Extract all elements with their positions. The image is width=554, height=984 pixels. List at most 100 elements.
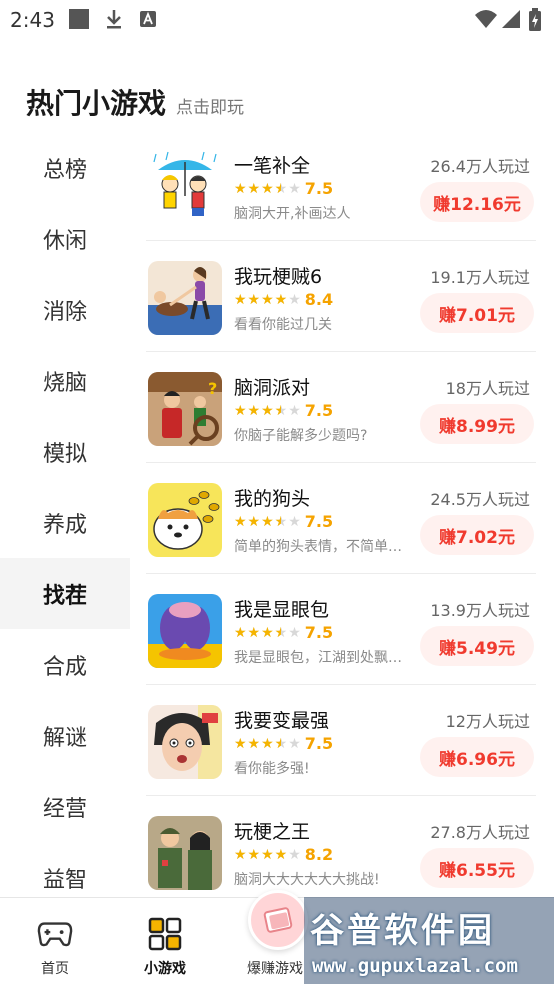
earn-button[interactable]: 赚6.96元 <box>420 737 534 777</box>
money-icon[interactable] <box>248 890 308 950</box>
row-divider <box>146 795 536 796</box>
watermark-overlay: 谷普软件园 www.gupuxlazal.com <box>304 897 554 984</box>
game-rating: ★★★★★★★★★★ 8.4 <box>234 290 333 309</box>
category-item[interactable]: 休闲 <box>0 203 130 274</box>
play-count: 19.1万人玩过 <box>430 268 530 287</box>
game-rating: ★★★★★★★★★★ 7.5 <box>234 401 333 420</box>
game-description: 你脑子能解多少题吗? <box>234 428 368 444</box>
game-row[interactable]: 我要变最强 ★★★★★★★★★★ 7.5 看你能多强! 12万人玩过 赚6.96… <box>146 700 536 811</box>
game-thumbnail[interactable] <box>148 705 222 779</box>
game-row[interactable]: 我是显眼包 ★★★★★★★★★★ 7.5 我是显眼包，江湖到处飘… 13.9万人… <box>146 589 536 700</box>
svg-text:?: ? <box>208 379 217 398</box>
page-header: 热门小游戏 点击即玩 <box>26 82 244 122</box>
game-thumbnail[interactable] <box>148 594 222 668</box>
row-divider <box>146 240 536 241</box>
play-count: 12万人玩过 <box>445 712 530 731</box>
rating-value: 7.5 <box>304 401 334 420</box>
game-thumbnail[interactable] <box>148 261 222 335</box>
rating-value: 8.4 <box>304 290 334 309</box>
game-row[interactable]: ? 脑洞派对 ★★★★★★★★★★ 7.5 你脑子能解多少题吗? 18万人玩过 … <box>146 367 536 478</box>
tab-label: 首页 <box>41 961 69 977</box>
game-title: 我玩梗贼6 <box>234 266 323 288</box>
rating-value: 7.5 <box>304 512 334 531</box>
row-divider <box>146 684 536 685</box>
category-item[interactable]: 合成 <box>0 629 130 700</box>
play-count: 18万人玩过 <box>445 379 530 398</box>
game-title: 我是显眼包 <box>234 599 330 621</box>
star-rating-icon: ★★★★★★★★★★ <box>234 735 302 752</box>
game-description: 脑洞大大大大大大挑战! <box>234 872 380 888</box>
game-rating: ★★★★★★★★★★ 7.5 <box>234 734 333 753</box>
row-divider <box>146 462 536 463</box>
category-item[interactable]: 模拟 <box>0 416 130 487</box>
earn-button[interactable]: 赚12.16元 <box>420 182 534 222</box>
star-rating-icon: ★★★★★★★★★★ <box>234 846 302 863</box>
category-item[interactable]: 总榜 <box>0 132 130 203</box>
category-item[interactable]: 消除 <box>0 274 130 345</box>
status-time: 2:43 <box>10 8 55 32</box>
play-count: 26.4万人玩过 <box>430 157 530 176</box>
category-item[interactable]: 经营 <box>0 771 130 842</box>
earn-button[interactable]: 赚7.01元 <box>420 293 534 333</box>
tab-label: 爆赚游戏 <box>247 961 303 977</box>
game-description: 看你能多强! <box>234 761 310 777</box>
category-item-active[interactable]: 找茬 <box>0 558 130 629</box>
play-count: 27.8万人玩过 <box>430 823 530 842</box>
game-description: 我是显眼包，江湖到处飘… <box>234 650 402 666</box>
category-item[interactable]: 养成 <box>0 487 130 558</box>
gamepad-icon <box>37 916 73 952</box>
cell-signal-icon <box>500 8 522 34</box>
rating-value: 7.5 <box>304 179 334 198</box>
game-rating: ★★★★★★★★★★ 7.5 <box>234 623 333 642</box>
status-bar: 2:43 <box>0 0 554 40</box>
game-title: 脑洞派对 <box>234 377 311 399</box>
star-rating-icon: ★★★★★★★★★★ <box>234 513 302 530</box>
game-rating: ★★★★★★★★★★ 7.5 <box>234 512 333 531</box>
tab-mini-games[interactable]: 小游戏 <box>110 898 220 984</box>
play-count: 24.5万人玩过 <box>430 490 530 509</box>
wifi-icon <box>474 8 498 34</box>
earn-button[interactable]: 赚7.02元 <box>420 515 534 555</box>
game-thumbnail[interactable] <box>148 150 222 224</box>
game-title: 玩梗之王 <box>234 821 311 843</box>
watermark-title: 谷普软件园 <box>310 911 495 951</box>
game-title: 我要变最强 <box>234 710 330 732</box>
play-count: 13.9万人玩过 <box>430 601 530 620</box>
grid-icon <box>147 916 183 952</box>
game-thumbnail[interactable] <box>148 483 222 557</box>
tab-home[interactable]: 首页 <box>0 898 110 984</box>
page-subtitle: 点击即玩 <box>176 98 245 118</box>
app-a-icon <box>138 8 158 34</box>
earn-button[interactable]: 赚6.55元 <box>420 848 534 888</box>
game-thumbnail[interactable]: ? <box>148 372 222 446</box>
game-thumbnail[interactable] <box>148 816 222 890</box>
star-rating-icon: ★★★★★★★★★★ <box>234 402 302 419</box>
star-rating-icon: ★★★★★★★★★★ <box>234 624 302 641</box>
earn-button[interactable]: 赚8.99元 <box>420 404 534 444</box>
star-rating-icon: ★★★★★★★★★★ <box>234 180 302 197</box>
game-row[interactable]: 我的狗头 ★★★★★★★★★★ 7.5 简单的狗头表情，不简单… 24.5万人玩… <box>146 478 536 589</box>
game-row[interactable]: 一笔补全 ★★★★★★★★★★ 7.5 脑洞大开,补画达人 26.4万人玩过 赚… <box>146 145 536 256</box>
game-description: 看看你能过几关 <box>234 317 332 333</box>
game-rating: ★★★★★★★★★★ 7.5 <box>234 179 333 198</box>
watermark-url: www.gupuxlazal.com <box>312 955 518 977</box>
notification-square-icon <box>68 8 90 34</box>
earn-button[interactable]: 赚5.49元 <box>420 626 534 666</box>
game-rating: ★★★★★★★★★★ 8.2 <box>234 845 333 864</box>
page-title: 热门小游戏 <box>26 87 167 120</box>
tab-label: 小游戏 <box>144 961 186 977</box>
rating-value: 7.5 <box>304 734 334 753</box>
game-title: 一笔补全 <box>234 155 311 177</box>
game-list: 一笔补全 ★★★★★★★★★★ 7.5 脑洞大开,补画达人 26.4万人玩过 赚… <box>146 145 536 922</box>
rating-value: 8.2 <box>304 845 334 864</box>
row-divider <box>146 351 536 352</box>
row-divider <box>146 573 536 574</box>
category-item[interactable]: 解谜 <box>0 700 130 771</box>
download-icon <box>104 8 124 34</box>
category-item[interactable]: 烧脑 <box>0 345 130 416</box>
game-title: 我的狗头 <box>234 488 311 510</box>
star-rating-icon: ★★★★★★★★★★ <box>234 291 302 308</box>
game-row[interactable]: 我玩梗贼6 ★★★★★★★★★★ 8.4 看看你能过几关 19.1万人玩过 赚7… <box>146 256 536 367</box>
game-description: 脑洞大开,补画达人 <box>234 206 351 222</box>
battery-charging-icon <box>528 8 542 36</box>
